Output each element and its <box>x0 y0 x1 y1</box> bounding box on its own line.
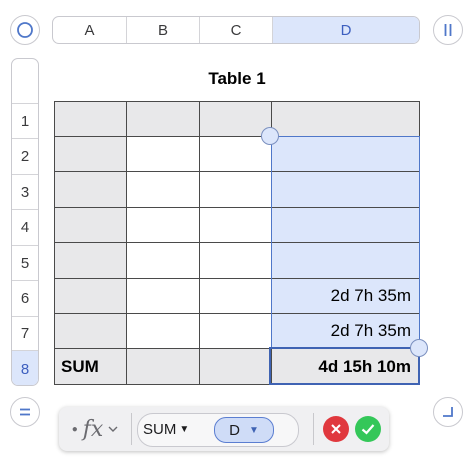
cell-a1[interactable] <box>54 101 127 137</box>
cell-b4[interactable] <box>127 208 200 243</box>
accept-button[interactable] <box>355 416 381 442</box>
cell-a5[interactable] <box>54 243 127 279</box>
cell-a6[interactable] <box>54 279 127 314</box>
cell-a8[interactable]: SUM <box>54 349 127 385</box>
checkmark-icon <box>361 424 375 435</box>
cell-b5[interactable] <box>127 243 200 279</box>
formula-divider <box>131 413 132 445</box>
column-header-a[interactable]: A <box>53 17 127 43</box>
column-header-b[interactable]: B <box>127 17 200 43</box>
argument-token[interactable]: D ▼ <box>214 417 274 443</box>
sum-function-token[interactable]: SUM ▼ <box>143 417 189 441</box>
cell-a3[interactable] <box>54 172 127 208</box>
equals-icon <box>20 408 30 416</box>
column-header-d[interactable]: D <box>273 17 419 43</box>
chevron-down-icon <box>108 426 118 432</box>
formula-expression[interactable]: SUM ▼ D ▼ <box>137 413 299 447</box>
cell-d2[interactable] <box>272 137 420 172</box>
formula-divider <box>313 413 314 445</box>
cell-b1[interactable] <box>127 101 200 137</box>
function-name: SUM <box>143 420 177 438</box>
argument-label: D <box>229 421 240 439</box>
row-header-5[interactable]: 5 <box>12 245 38 280</box>
cell-a2[interactable] <box>54 137 127 172</box>
row-header-8[interactable]: 8 <box>12 350 38 385</box>
formula-mode-button[interactable] <box>10 397 40 427</box>
cell-c2[interactable] <box>200 137 272 172</box>
select-all-button[interactable] <box>10 15 40 45</box>
cell-b3[interactable] <box>127 172 200 208</box>
circle-icon <box>17 22 33 38</box>
table-grid: 2d 7h 35m 2d 7h 35m SUM 4d 15h 10m <box>54 101 420 385</box>
row-header-2[interactable]: 2 <box>12 138 38 174</box>
corner-resize-icon <box>443 407 453 417</box>
caret-down-icon: ▼ <box>179 423 190 435</box>
selection-handle-bottom[interactable] <box>410 339 428 357</box>
cell-d4[interactable] <box>272 208 420 243</box>
cell-d7[interactable]: 2d 7h 35m <box>272 314 420 349</box>
x-icon <box>331 424 341 434</box>
cell-a7[interactable] <box>54 314 127 349</box>
freeze-columns-button[interactable] <box>433 15 463 45</box>
cell-b6[interactable] <box>127 279 200 314</box>
caret-down-icon: ▼ <box>248 424 259 436</box>
cell-c7[interactable] <box>200 314 272 349</box>
cell-c6[interactable] <box>200 279 272 314</box>
cell-d1[interactable] <box>272 101 420 137</box>
cell-c4[interactable] <box>200 208 272 243</box>
cell-d8[interactable]: 4d 15h 10m <box>272 349 420 385</box>
row-header-7[interactable]: 7 <box>12 316 38 350</box>
formula-functions-menu[interactable]: ● fx <box>59 407 131 451</box>
cell-b8[interactable] <box>127 349 200 385</box>
cell-b7[interactable] <box>127 314 200 349</box>
cancel-button[interactable] <box>323 416 349 442</box>
cell-a4[interactable] <box>54 208 127 243</box>
row-header-1[interactable]: 1 <box>12 103 38 138</box>
row-header-3[interactable]: 3 <box>12 174 38 209</box>
dot-icon: ● <box>71 423 78 435</box>
formula-bar: ● fx SUM ▼ D ▼ <box>59 407 389 451</box>
cell-d3[interactable] <box>272 172 420 208</box>
column-header-bar: A B C D <box>52 16 420 44</box>
row-header-4[interactable]: 4 <box>12 209 38 245</box>
cell-b2[interactable] <box>127 137 200 172</box>
fx-label: fx <box>82 416 104 442</box>
cell-c5[interactable] <box>200 243 272 279</box>
pause-bars-icon <box>444 24 452 36</box>
cell-d5[interactable] <box>272 243 420 279</box>
cell-c3[interactable] <box>200 172 272 208</box>
row-header-bar: 1 2 3 4 5 6 7 8 <box>11 58 39 386</box>
selection-handle-top[interactable] <box>261 127 279 145</box>
row-header-6[interactable]: 6 <box>12 280 38 316</box>
resize-table-button[interactable] <box>433 397 463 427</box>
table-title[interactable]: Table 1 <box>54 69 420 89</box>
column-header-c[interactable]: C <box>200 17 273 43</box>
cell-d6[interactable]: 2d 7h 35m <box>272 279 420 314</box>
cell-c8[interactable] <box>200 349 272 385</box>
